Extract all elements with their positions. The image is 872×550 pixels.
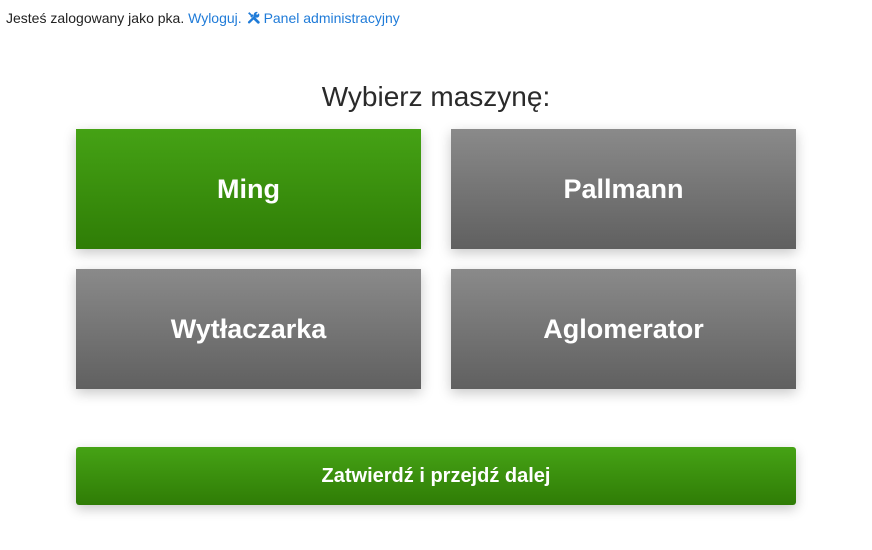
admin-panel-label: Panel administracyjny	[263, 10, 400, 26]
machine-tile-aglomerator[interactable]: Aglomerator	[451, 269, 796, 389]
machine-tile-ming[interactable]: Ming	[76, 129, 421, 249]
login-status-text: Jesteś zalogowany jako pka.	[6, 10, 185, 26]
login-status-bar: Jesteś zalogowany jako pka. Wyloguj. Pan…	[6, 9, 400, 27]
machine-tile-label: Aglomerator	[543, 313, 704, 344]
tools-icon	[246, 9, 261, 27]
logout-link[interactable]: Wyloguj.	[188, 10, 242, 26]
machine-tile-label: Ming	[217, 173, 280, 204]
machine-tile-wytlaczarka[interactable]: Wytłaczarka	[76, 269, 421, 389]
page-title: Wybierz maszynę:	[321, 81, 551, 112]
submit-button[interactable]: Zatwierdź i przejdź dalej	[76, 447, 796, 505]
machine-tile-label: Pallmann	[563, 173, 684, 204]
admin-panel-link[interactable]: Panel administracyjny	[246, 9, 400, 27]
machine-tile-pallmann[interactable]: Pallmann	[451, 129, 796, 249]
machine-tile-label: Wytłaczarka	[170, 313, 327, 344]
